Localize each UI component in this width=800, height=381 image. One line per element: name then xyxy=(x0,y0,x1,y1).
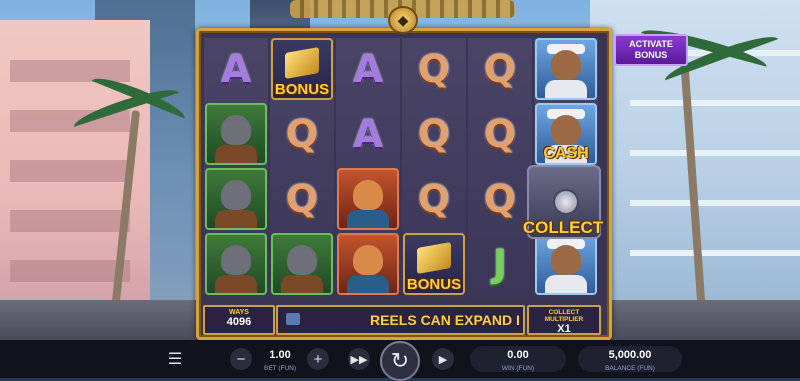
safe-dial-icon xyxy=(553,189,579,215)
reel-cell: Q xyxy=(469,38,531,100)
puma-body-icon xyxy=(347,275,389,293)
autoplay-button[interactable]: ▶ xyxy=(432,348,454,370)
reel-cell xyxy=(535,38,597,100)
reel-cell: Q xyxy=(271,103,333,165)
reel-cell: Q xyxy=(403,168,465,230)
bull-face-icon xyxy=(551,50,581,80)
reel-cell xyxy=(205,168,267,230)
tiger-emblem-icon: ◆ xyxy=(388,6,418,34)
cash-label: CASH xyxy=(543,145,589,162)
reel-column: AA xyxy=(336,38,400,298)
collect-multiplier-panel: COLLECT MULTIPLIER X1 xyxy=(527,305,601,335)
ways-panel: WAYS 4096 xyxy=(203,305,275,335)
symbol-q: Q xyxy=(285,177,319,221)
activate-bonus-line2: BONUS xyxy=(634,50,668,60)
ways-value: 4096 xyxy=(226,316,252,328)
bet-increase-button[interactable]: + xyxy=(307,348,329,370)
bull-body-icon xyxy=(545,275,587,293)
menu-icon[interactable]: ☰ xyxy=(165,350,185,368)
gold-bar-icon xyxy=(417,242,451,274)
reel-cell: A xyxy=(205,38,267,100)
bet-value: 1.00 xyxy=(269,349,291,361)
balance-label: BALANCE (FUN) xyxy=(605,365,655,372)
collect-label: COLLECT xyxy=(522,218,604,237)
wolf-face-icon xyxy=(221,115,251,145)
symbol-puma xyxy=(337,168,399,230)
symbol-puma xyxy=(337,233,399,295)
symbol-a: A xyxy=(353,47,383,91)
puma-body-icon xyxy=(347,210,389,228)
reel-cell xyxy=(535,233,597,295)
wolf-body-icon xyxy=(215,210,257,228)
bet-decrease-button[interactable]: − xyxy=(230,348,252,370)
ticker-text: REELS CAN EXPAND I xyxy=(370,312,520,328)
bonus-label: BONUS xyxy=(274,81,330,98)
symbol-q: Q xyxy=(483,177,517,221)
symbol-wolf xyxy=(205,233,267,295)
reel-cell: Q xyxy=(403,103,465,165)
reel-cell: J xyxy=(469,233,531,295)
ticker-info-icon xyxy=(286,313,300,325)
wolf-body-icon xyxy=(215,275,257,293)
win-value: 0.00 xyxy=(507,349,529,361)
bet-label: BET (FUN) xyxy=(263,365,297,372)
reel-cell: A xyxy=(337,38,399,100)
activate-bonus-line1: ACTIVATE xyxy=(629,39,673,49)
symbol-j: J xyxy=(492,242,508,286)
ways-title: WAYS xyxy=(229,309,249,316)
symbol-q: Q xyxy=(417,47,451,91)
reel-column: BONUS Q Q xyxy=(270,38,334,298)
bull-body-icon xyxy=(545,80,587,98)
symbol-a: A xyxy=(353,112,383,156)
spin-button[interactable]: ↻ xyxy=(380,341,420,381)
puma-face-icon xyxy=(353,245,383,275)
symbol-q: Q xyxy=(417,112,451,156)
reel-cell: Q xyxy=(403,38,465,100)
bull-face-icon xyxy=(551,245,581,275)
activate-bonus-button[interactable]: ACTIVATE BONUS xyxy=(614,34,688,66)
symbol-wolf xyxy=(205,103,267,165)
symbol-bull xyxy=(535,38,597,100)
balance-value: 5,000.00 xyxy=(608,349,652,361)
symbol-q: Q xyxy=(483,112,517,156)
gold-bar-icon xyxy=(285,47,319,79)
reel-cell: BONUS xyxy=(403,233,465,295)
symbol-wolf xyxy=(271,233,333,295)
reel-cell xyxy=(205,103,267,165)
wolf-face-icon xyxy=(287,245,317,275)
reel-cell: CASH xyxy=(535,103,597,165)
symbol-q: Q xyxy=(483,47,517,91)
reel-cell xyxy=(337,233,399,295)
reel-cell: BONUS xyxy=(271,38,333,100)
puma-face-icon xyxy=(353,180,383,210)
collect-multiplier-title: COLLECT MULTIPLIER xyxy=(544,309,584,323)
message-ticker: REELS CAN EXPAND I xyxy=(276,305,525,335)
symbol-bull xyxy=(535,233,597,295)
wolf-face-icon xyxy=(221,245,251,275)
collect-multiplier-value: X1 xyxy=(557,323,571,335)
wolf-face-icon xyxy=(221,180,251,210)
reel-cell: A xyxy=(337,103,399,165)
wolf-body-icon xyxy=(281,275,323,293)
win-label: WIN (FUN) xyxy=(501,365,535,372)
symbol-q: Q xyxy=(417,177,451,221)
symbol-wolf xyxy=(205,168,267,230)
reel-column: A xyxy=(204,38,268,298)
bonus-label: BONUS xyxy=(406,276,462,293)
reel-cell: Q xyxy=(469,103,531,165)
reel-cell xyxy=(271,233,333,295)
control-bar: ☰ − 1.00 BET (FUN) + ▶▶ ↻ ▶ 0.00 WIN (FU… xyxy=(0,340,800,381)
reel-column: QQQJ xyxy=(468,38,532,298)
wolf-body-icon xyxy=(215,145,257,163)
turbo-button[interactable]: ▶▶ xyxy=(348,348,370,370)
reel-cell xyxy=(205,233,267,295)
reel-cell xyxy=(337,168,399,230)
reel-column: Q Q Q BONUS xyxy=(402,38,466,298)
reel-cell: Q xyxy=(271,168,333,230)
symbol-q: Q xyxy=(285,112,319,156)
bull-face-icon xyxy=(551,115,581,145)
symbol-a: A xyxy=(221,47,251,91)
